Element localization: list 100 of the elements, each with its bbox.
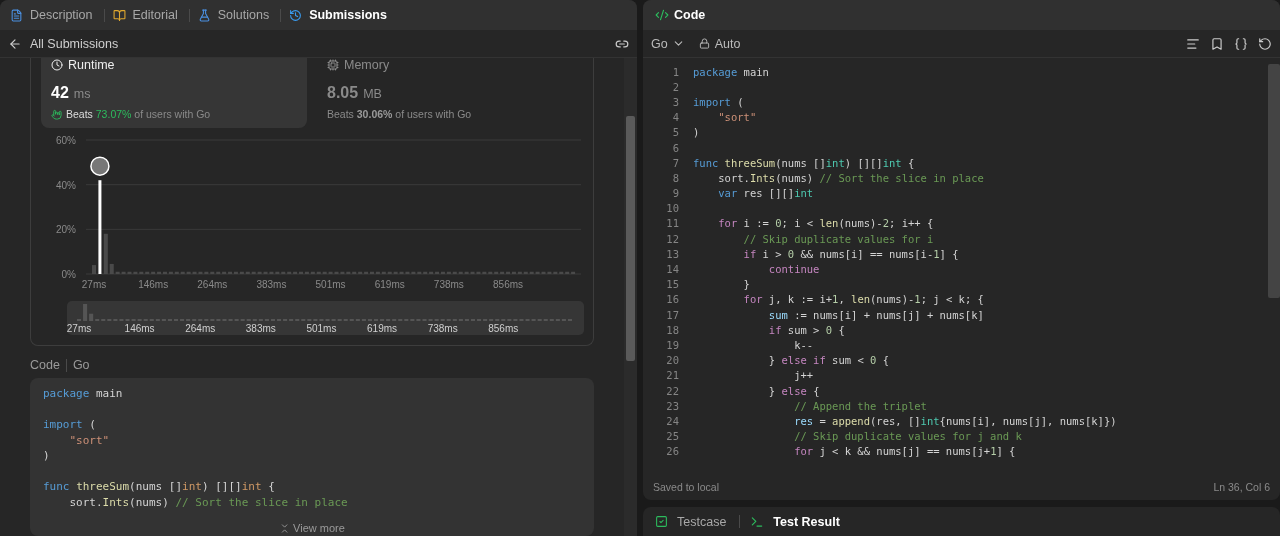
back-arrow-icon[interactable] xyxy=(8,36,22,51)
metric-card[interactable]: Memory 8.05 MB Beats 30.06% of users with Go xyxy=(317,58,583,128)
code-line: import ( xyxy=(43,417,96,433)
range-label: 738ms xyxy=(427,323,458,334)
view-more-link[interactable]: View more xyxy=(279,522,345,534)
code-line: } else { xyxy=(767,384,820,397)
metric-value: 42 xyxy=(51,84,69,102)
save-status: Saved to local xyxy=(653,481,719,493)
line-number: 25 xyxy=(665,430,680,443)
lock-icon xyxy=(698,38,710,49)
hand-icon xyxy=(51,108,62,120)
code-label: Code xyxy=(30,358,60,372)
line-number: 5 xyxy=(671,126,680,139)
braces-icon[interactable] xyxy=(1234,36,1248,51)
line-number: 15 xyxy=(665,278,680,291)
axis-label: 27ms xyxy=(81,279,107,290)
code-line: sort.Ints(nums) // Sort the slice in place xyxy=(717,171,984,184)
document-icon xyxy=(10,8,23,22)
line-number: 12 xyxy=(665,232,680,245)
code-line: continue xyxy=(767,263,820,276)
line-number: 2 xyxy=(671,80,680,93)
line-number: 6 xyxy=(671,141,680,154)
beats-text: Beats 73.07% of users with Go xyxy=(66,108,211,120)
metric-label: Runtime xyxy=(68,58,115,72)
code-line: } xyxy=(742,278,750,291)
code-line: if sum > 0 { xyxy=(767,323,845,336)
code-line: "sort" xyxy=(717,111,757,124)
metric-unit: MB xyxy=(363,87,382,101)
range-label: 146ms xyxy=(124,323,155,334)
line-number: 10 xyxy=(665,202,680,215)
code-line: sort.Ints(nums) // Sort the slice in place xyxy=(68,494,348,510)
tab[interactable]: Test Result xyxy=(770,514,843,529)
bookmark-icon[interactable] xyxy=(1210,36,1224,51)
metric-label: Memory xyxy=(344,58,390,72)
format-icon[interactable] xyxy=(1186,36,1200,51)
code-line: import ( xyxy=(693,95,744,108)
panel-title: Code xyxy=(674,8,706,22)
code-line: var res [][]int xyxy=(717,187,814,200)
axis-label: 264ms xyxy=(197,279,228,290)
axis-label: 0% xyxy=(61,269,76,280)
code-line: package main xyxy=(693,65,769,78)
history-icon xyxy=(289,8,303,22)
range-label: 501ms xyxy=(306,323,337,334)
tab[interactable]: Submissions xyxy=(306,8,390,22)
line-number: 16 xyxy=(665,293,680,306)
line-number: 7 xyxy=(671,156,680,169)
line-number: 21 xyxy=(665,369,680,382)
metric-unit: ms xyxy=(73,87,91,101)
mode-label: Auto xyxy=(714,36,741,51)
range-label: 383ms xyxy=(245,323,276,334)
range-label: 856ms xyxy=(488,323,519,334)
checkbox-icon xyxy=(655,515,668,528)
line-number: 22 xyxy=(665,384,680,397)
line-number: 3 xyxy=(671,95,680,108)
code-line: j++ xyxy=(793,369,814,382)
metric-value: 8.05 xyxy=(327,84,359,102)
line-number: 17 xyxy=(665,308,680,321)
axis-label: 501ms xyxy=(315,279,346,290)
code-line: package main xyxy=(43,386,123,402)
line-number: 9 xyxy=(671,187,680,200)
tab[interactable]: Description xyxy=(27,8,96,22)
axis-label: 20% xyxy=(56,224,76,236)
language-dropdown[interactable]: Go xyxy=(651,36,685,51)
code-line: func threeSum(nums []int) [][]int { xyxy=(693,156,915,169)
axis-label: 383ms xyxy=(256,279,287,290)
line-number: 24 xyxy=(665,414,680,427)
axis-label: 146ms xyxy=(138,279,169,290)
code-line: res = append(res, []int{nums[i], nums[j], nums[k]}) xyxy=(793,414,1117,427)
line-number: 8 xyxy=(671,171,680,184)
axis-label: 40% xyxy=(56,179,76,191)
tab[interactable]: Solutions xyxy=(214,8,273,22)
range-label: 619ms xyxy=(367,323,398,334)
scrollbar[interactable] xyxy=(624,58,637,536)
line-number: 19 xyxy=(665,338,680,351)
terminal-icon xyxy=(750,514,765,529)
code-line: // Skip duplicate values for j and k xyxy=(793,430,1022,443)
code-line: ) xyxy=(693,126,700,139)
book-icon xyxy=(112,8,126,22)
language-label: Go xyxy=(72,358,90,372)
back-link[interactable]: All Submissions xyxy=(30,36,119,51)
clock-icon xyxy=(51,59,63,71)
axis-label: 619ms xyxy=(374,279,405,290)
code-line: // Append the triplet xyxy=(793,399,927,412)
metric-card[interactable]: Runtime 42 ms Beats 73.07% of users with Go xyxy=(41,58,307,128)
range-selector[interactable] xyxy=(67,301,584,335)
code-line: for i := 0; i < len(nums)-2; i++ { xyxy=(717,217,934,230)
code-line: "sort" xyxy=(68,432,110,448)
code-line: func threeSum(nums []int) [][]int { xyxy=(43,479,275,495)
axis-label: 856ms xyxy=(493,279,524,290)
axis-label: 738ms xyxy=(433,279,464,290)
range-label: 27ms xyxy=(67,323,92,334)
reset-icon[interactable] xyxy=(1258,36,1272,51)
tab[interactable]: Editorial xyxy=(129,8,181,22)
line-number: 20 xyxy=(665,354,680,367)
chip-icon xyxy=(327,59,339,71)
code-line: for j, k := i+1, len(nums)-1; j < k; { xyxy=(742,293,984,306)
bar xyxy=(92,265,96,274)
beats-text: Beats 30.06% of users with Go xyxy=(327,108,472,120)
line-number: 14 xyxy=(665,263,680,276)
tab[interactable]: Testcase xyxy=(674,514,730,529)
